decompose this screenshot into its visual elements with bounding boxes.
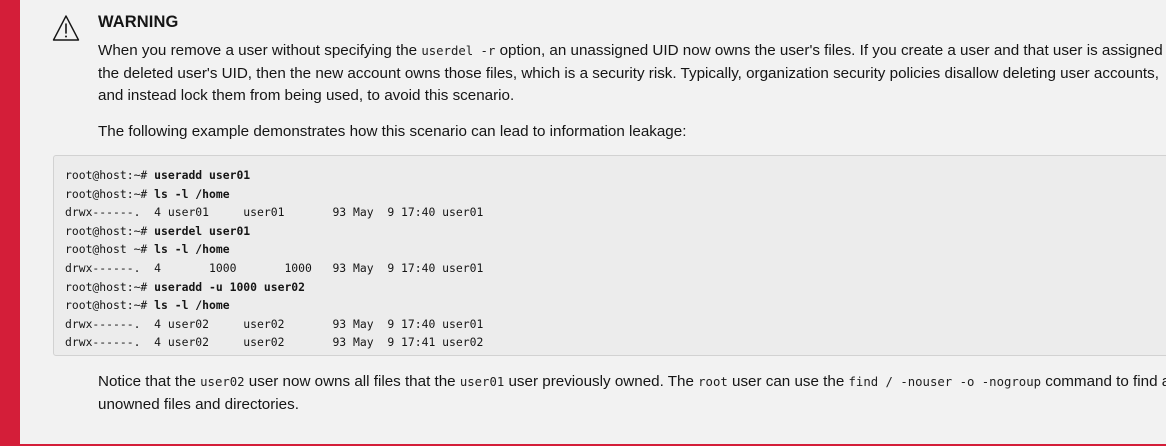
shell-prompt: root@host:~# [65, 223, 155, 238]
shell-prompt: root@host:~# [65, 298, 155, 313]
shell-command: ls -l /home [154, 298, 230, 313]
code-line: root@host:~# userdel user01 [65, 222, 483, 241]
text: user previously owned. The [504, 373, 699, 390]
shell-command: useradd user01 [154, 168, 251, 182]
shell-command: useradd -u 1000 user02 [154, 279, 306, 294]
inline-code-find: find / -nouser -o -nogroup [848, 375, 1042, 389]
shell-prompt: root@host:~# [65, 168, 155, 182]
code-line: root@host ~# ls -l /home [65, 240, 483, 259]
code-line: root@host:~# ls -l /home [65, 296, 483, 315]
text: user can use the [727, 373, 849, 390]
shell-prompt: root@host ~# [65, 242, 155, 257]
command-output: drwx------. 4 user01 user01 93 May 9 17:… [65, 205, 484, 220]
code-lines: root@host:~# useradd user01 root@host:~# … [65, 166, 483, 352]
text: Notice that the [98, 373, 201, 390]
shell-command: ls -l /home [154, 242, 230, 257]
inline-code-user02: user02 [200, 375, 245, 389]
code-line: drwx------. 4 user02 user02 93 May 9 17:… [65, 333, 483, 352]
warning-triangle-icon [52, 15, 80, 41]
inline-code-userdel: userdel -r [421, 44, 496, 58]
code-line: root@host:~# useradd user01 [65, 166, 483, 185]
shell-prompt: root@host:~# [65, 279, 155, 294]
command-output: drwx------. 4 user02 user02 93 May 9 17:… [65, 335, 484, 350]
inline-code-root: root [698, 375, 728, 389]
warning-title: WARNING [98, 13, 179, 31]
command-output: drwx------. 4 1000 1000 93 May 9 17:40 u… [65, 260, 484, 275]
code-block: root@host:~# useradd user01 root@host:~# … [53, 155, 1166, 356]
code-line: drwx------. 4 user01 user01 93 May 9 17:… [65, 203, 483, 222]
code-line: root@host:~# useradd -u 1000 user02 [65, 278, 483, 297]
warning-admonition: WARNING When you remove a user without s… [0, 0, 1166, 446]
warning-paragraph-2: The following example demonstrates how t… [98, 123, 687, 140]
warning-paragraph-1: When you remove a user without specifyin… [98, 40, 1166, 108]
code-line: drwx------. 4 user02 user02 93 May 9 17:… [65, 315, 483, 334]
code-line: drwx------. 4 1000 1000 93 May 9 17:40 u… [65, 259, 483, 278]
text: When you remove a user without specifyin… [98, 42, 422, 59]
shell-prompt: root@host:~# [65, 186, 155, 201]
code-line: root@host:~# ls -l /home [65, 185, 483, 204]
inline-code-user01: user01 [459, 375, 505, 389]
text: user now owns all files that the [244, 373, 460, 390]
shell-command: userdel user01 [154, 223, 251, 238]
shell-command: ls -l /home [154, 186, 230, 201]
command-output: drwx------. 4 user02 user02 93 May 9 17:… [65, 316, 484, 331]
warning-paragraph-3: Notice that the user02 user now owns all… [98, 371, 1166, 416]
